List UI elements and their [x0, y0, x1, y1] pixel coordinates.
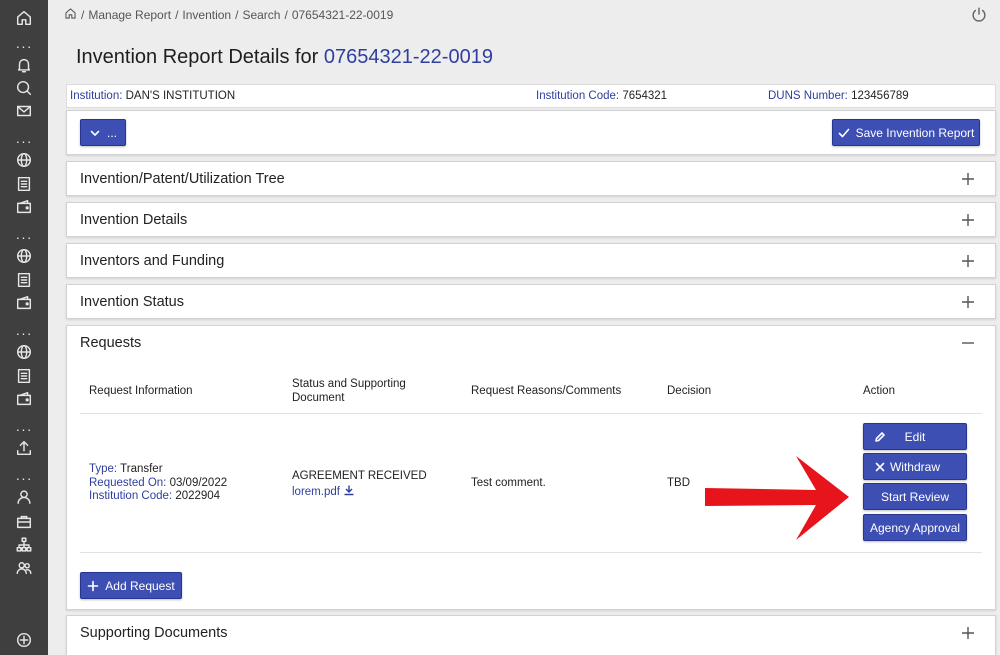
col-header-decision: Decision [667, 385, 712, 397]
add-circle-icon[interactable] [14, 630, 34, 650]
more-icon[interactable]: ··· [14, 134, 34, 148]
agency-approval-button[interactable]: Agency Approval [863, 514, 967, 541]
expand-icon[interactable] [961, 213, 975, 227]
page-title-prefix: Invention Report Details for [76, 46, 319, 68]
globe-icon[interactable] [14, 342, 34, 362]
section-title: Supporting Documents [80, 625, 228, 641]
col-header-reasons: Request Reasons/Comments [471, 385, 622, 397]
more-icon[interactable]: ··· [14, 230, 34, 244]
home-icon[interactable] [14, 8, 34, 28]
pencil-icon [875, 431, 885, 442]
institution-info: Institution: DAN'S INSTITUTION [70, 90, 236, 102]
more-icon[interactable]: ··· [14, 39, 34, 53]
upload-icon[interactable] [14, 438, 34, 458]
section-title: Invention/Patent/Utilization Tree [80, 171, 285, 187]
col-header-request-info: Request Information [89, 385, 193, 397]
withdraw-button[interactable]: Withdraw [863, 453, 967, 480]
toolbar-panel: ... Save Invention Report [66, 110, 996, 155]
document-icon[interactable] [14, 366, 34, 386]
document-link[interactable]: lorem.pdf [292, 484, 427, 500]
page-title: Invention Report Details for 07654321-22… [76, 46, 493, 69]
annotation-arrow-icon [705, 456, 849, 540]
main-content: / Manage Report / Invention / Search / 0… [48, 0, 1000, 655]
document-icon[interactable] [14, 174, 34, 194]
section-title: Invention Status [80, 294, 184, 310]
check-icon [838, 128, 849, 137]
more-icon[interactable]: ··· [14, 471, 34, 485]
col-header-status: Status and Supporting Document [292, 378, 406, 404]
start-review-button[interactable]: Start Review [863, 483, 967, 510]
chat-search-icon[interactable] [14, 78, 34, 98]
wallet-icon[interactable] [14, 389, 34, 409]
plus-icon [87, 580, 99, 591]
breadcrumb-current: 07654321-22-0019 [291, 8, 394, 22]
globe-icon[interactable] [14, 150, 34, 170]
top-bar: / Manage Report / Invention / Search / 0… [48, 0, 1000, 28]
sidebar: ··· ··· ··· ··· ··· ··· [0, 0, 48, 655]
chevron-down-icon [90, 130, 100, 136]
edit-button[interactable]: Edit [863, 423, 967, 450]
section-inventors-funding[interactable]: Inventors and Funding [66, 243, 996, 278]
institution-info-bar: Institution: DAN'S INSTITUTION Instituti… [66, 84, 996, 108]
globe-icon[interactable] [14, 246, 34, 266]
breadcrumb-search[interactable]: Search [242, 8, 280, 22]
section-invention-status[interactable]: Invention Status [66, 284, 996, 319]
actions-dropdown-button[interactable]: ... [80, 119, 126, 146]
briefcase-icon[interactable] [14, 512, 34, 532]
bell-icon[interactable] [14, 55, 34, 75]
status-cell: AGREEMENT RECEIVED lorem.pdf [292, 470, 427, 499]
breadcrumb-invention[interactable]: Invention [182, 8, 231, 22]
expand-icon[interactable] [961, 295, 975, 309]
decision-cell: TBD [667, 477, 690, 489]
section-tree[interactable]: Invention/Patent/Utilization Tree [66, 161, 996, 196]
close-icon [875, 462, 885, 471]
section-title: Requests [80, 335, 142, 351]
header-divider [80, 413, 982, 414]
duns-info: DUNS Number: 123456789 [768, 90, 909, 102]
expand-icon[interactable] [961, 254, 975, 268]
save-invention-report-button[interactable]: Save Invention Report [832, 119, 980, 146]
institution-code-info: Institution Code: 7654321 [536, 90, 668, 102]
section-title: Invention Details [80, 212, 188, 228]
expand-icon[interactable] [961, 626, 975, 640]
expand-icon[interactable] [961, 172, 975, 186]
add-request-button[interactable]: Add Request [80, 572, 182, 599]
download-icon [344, 485, 354, 495]
org-chart-icon[interactable] [14, 535, 34, 555]
col-header-action: Action [863, 385, 895, 397]
comment-cell: Test comment. [471, 477, 546, 489]
wallet-icon[interactable] [14, 293, 34, 313]
section-supporting-documents[interactable]: Supporting Documents [66, 615, 996, 655]
section-invention-details[interactable]: Invention Details [66, 202, 996, 237]
more-icon[interactable]: ··· [14, 326, 34, 340]
wallet-icon[interactable] [14, 197, 34, 217]
section-title: Inventors and Funding [80, 253, 225, 269]
mail-icon[interactable] [14, 101, 34, 121]
request-information-cell: Type: Transfer Requested On: 03/09/2022 … [89, 463, 228, 502]
document-icon[interactable] [14, 270, 34, 290]
more-icon[interactable]: ··· [14, 422, 34, 436]
section-requests: Requests Request Information Status and … [66, 325, 996, 610]
users-icon[interactable] [14, 558, 34, 578]
breadcrumb-manage-report[interactable]: Manage Report [88, 8, 171, 22]
collapse-icon[interactable] [961, 336, 975, 350]
page-title-number: 07654321-22-0019 [323, 46, 493, 68]
user-icon[interactable] [14, 487, 34, 507]
breadcrumb: / Manage Report / Invention / Search / 0… [64, 7, 393, 23]
power-icon[interactable] [970, 6, 988, 24]
row-divider [80, 552, 982, 553]
home-icon[interactable] [64, 7, 77, 23]
status-text: AGREEMENT RECEIVED [292, 470, 427, 482]
